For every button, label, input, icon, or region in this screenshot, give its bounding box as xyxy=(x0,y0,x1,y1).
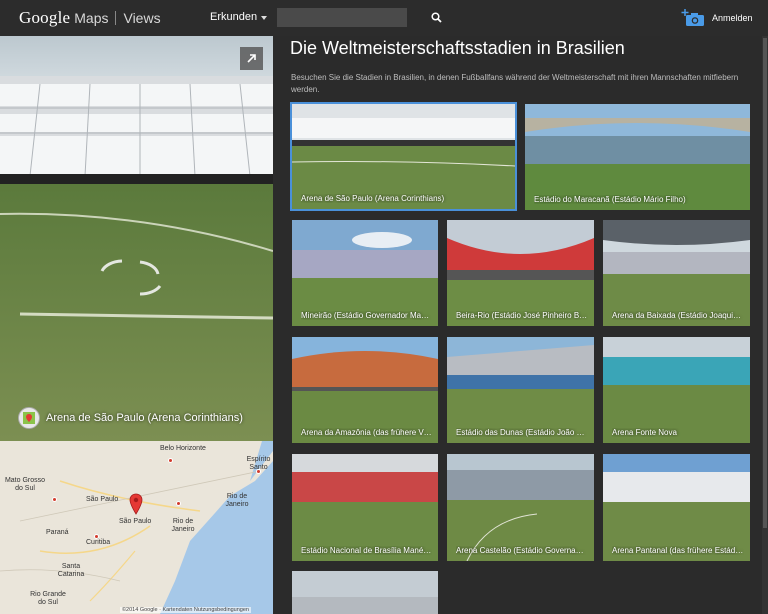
map-pin-selected-icon[interactable] xyxy=(129,493,143,515)
scrollbar-thumb[interactable] xyxy=(763,38,767,528)
expand-button[interactable] xyxy=(240,47,263,70)
stadium-tile[interactable]: Arena Castelão (Estádio Governador Pláci… xyxy=(447,454,594,561)
stadium-tile[interactable]: Arena da Amazônia (das frühere Vivaldão) xyxy=(292,337,438,443)
map-label-santa-catarina: Santa Catarina xyxy=(57,563,85,578)
chevron-down-icon xyxy=(261,15,268,20)
stadium-tile[interactable]: Mineirão (Estádio Governador Magalhães P… xyxy=(292,220,438,326)
stadium-thumbnail xyxy=(603,454,750,561)
explore-menu[interactable]: Erkunden xyxy=(210,11,268,23)
tile-label: Beira-Rio (Estádio José Pinheiro Borda) xyxy=(456,311,588,320)
stadium-tile[interactable]: Estádio do Maracanã (Estádio Mário Filho… xyxy=(525,104,750,210)
brand-separator xyxy=(115,11,117,25)
map-label-curitiba: Curitiba xyxy=(86,539,111,546)
stadium-tile[interactable]: Estádio Nacional de Brasília Mané Garrin… xyxy=(292,454,438,561)
map-label-rio-city: Rio de Janeiro xyxy=(171,518,195,533)
location-map[interactable]: Belo Horizonte Espírito Santo Mato Gross… xyxy=(0,441,273,614)
left-panel: Arena de São Paulo (Arena Corinthians) B… xyxy=(0,36,273,614)
search-icon xyxy=(431,12,442,23)
map-image xyxy=(0,441,273,614)
main-panel: Die Weltmeisterschaftsstadien in Brasili… xyxy=(273,36,768,614)
street-view-panorama[interactable]: Arena de São Paulo (Arena Corinthians) xyxy=(0,36,273,441)
search-button[interactable] xyxy=(431,8,442,27)
top-bar: Google Maps Views Erkunden Anmelden xyxy=(0,0,768,36)
stadium-tile[interactable]: Beira-Rio (Estádio José Pinheiro Borda) xyxy=(447,220,594,326)
upload-photo-button[interactable] xyxy=(681,9,705,27)
search-box xyxy=(277,8,442,27)
tile-label: Arena Fonte Nova xyxy=(612,428,677,437)
map-label-rio-state: Rio de Janeiro xyxy=(225,493,249,508)
stadium-tile[interactable]: Arena da Baixada (Estádio Joaquim Améric… xyxy=(603,220,750,326)
explore-label: Erkunden xyxy=(210,11,258,23)
tile-label: Mineirão (Estádio Governador Magalhães P… xyxy=(301,311,432,320)
tile-label: Arena da Amazônia (das frühere Vivaldão) xyxy=(301,428,432,437)
stadium-thumbnail xyxy=(292,454,438,561)
map-label-parana: Paraná xyxy=(46,529,69,536)
tile-label: Arena de São Paulo (Arena Corinthians) xyxy=(301,194,445,203)
map-label-sao-paulo-state: São Paulo xyxy=(86,496,119,503)
tile-label: Estádio do Maracanã (Estádio Mário Filho… xyxy=(534,195,686,204)
panorama-caption[interactable]: Arena de São Paulo (Arena Corinthians) xyxy=(18,407,243,429)
map-label-sao-paulo-city: São Paulo xyxy=(119,518,152,525)
panorama-title: Arena de São Paulo (Arena Corinthians) xyxy=(46,412,243,424)
brand-google: Google xyxy=(19,8,71,27)
signin-button[interactable]: Anmelden xyxy=(712,13,753,23)
tile-label: Estádio Nacional de Brasília Mané Garrin… xyxy=(301,546,432,555)
brand-views: Views xyxy=(123,10,161,26)
map-marker-rio-de-janeiro[interactable] xyxy=(176,501,181,506)
stadium-tile[interactable]: Estádio das Dunas (Estádio João Cláudio) xyxy=(447,337,594,443)
map-marker-belo-horizonte[interactable] xyxy=(168,458,173,463)
stadium-tile[interactable]: Arena de São Paulo (Arena Corinthians) xyxy=(290,102,517,211)
map-pin-icon xyxy=(23,412,35,424)
tile-label: Estádio das Dunas (Estádio João Cláudio) xyxy=(456,428,588,437)
brand-maps: Maps xyxy=(74,10,109,26)
expand-arrow-icon xyxy=(247,54,256,63)
map-footer: ©2014 Google · Kartendaten Nutzungsbedin… xyxy=(120,607,251,613)
map-label-belo-horizonte: Belo Horizonte xyxy=(160,445,206,452)
map-marker-espirito-santo[interactable] xyxy=(256,469,261,474)
map-marker-curitiba[interactable] xyxy=(94,534,99,539)
stadium-panorama-image xyxy=(0,36,273,441)
stadium-thumbnail xyxy=(292,571,438,614)
stadium-tile[interactable] xyxy=(292,571,438,614)
stadium-tile[interactable]: Arena Fonte Nova xyxy=(603,337,750,443)
camera-plus-icon xyxy=(681,9,704,26)
contributor-avatar xyxy=(18,407,40,429)
stadium-thumbnail xyxy=(447,454,594,561)
tile-label: Arena Pantanal (das frühere Estádio Verd… xyxy=(612,546,744,555)
page-title: Die Weltmeisterschaftsstadien in Brasili… xyxy=(290,38,625,58)
scrollbar[interactable] xyxy=(762,36,768,614)
page-description: Besuchen Sie die Stadien in Brasilien, i… xyxy=(291,73,739,94)
map-label-mato-grosso: Mato Grosso do Sul xyxy=(4,477,46,492)
map-label-rio-grande: Rio Grande do Sul xyxy=(30,591,66,606)
google-maps-views-logo[interactable]: Google Maps Views xyxy=(19,8,161,28)
search-input[interactable] xyxy=(277,8,431,27)
stadium-tile[interactable]: Arena Pantanal (das frühere Estádio Verd… xyxy=(603,454,750,561)
map-marker-west[interactable] xyxy=(52,497,57,502)
tile-label: Arena da Baixada (Estádio Joaquim Améric… xyxy=(612,311,744,320)
tile-label: Arena Castelão (Estádio Governador Pláci… xyxy=(456,546,588,555)
